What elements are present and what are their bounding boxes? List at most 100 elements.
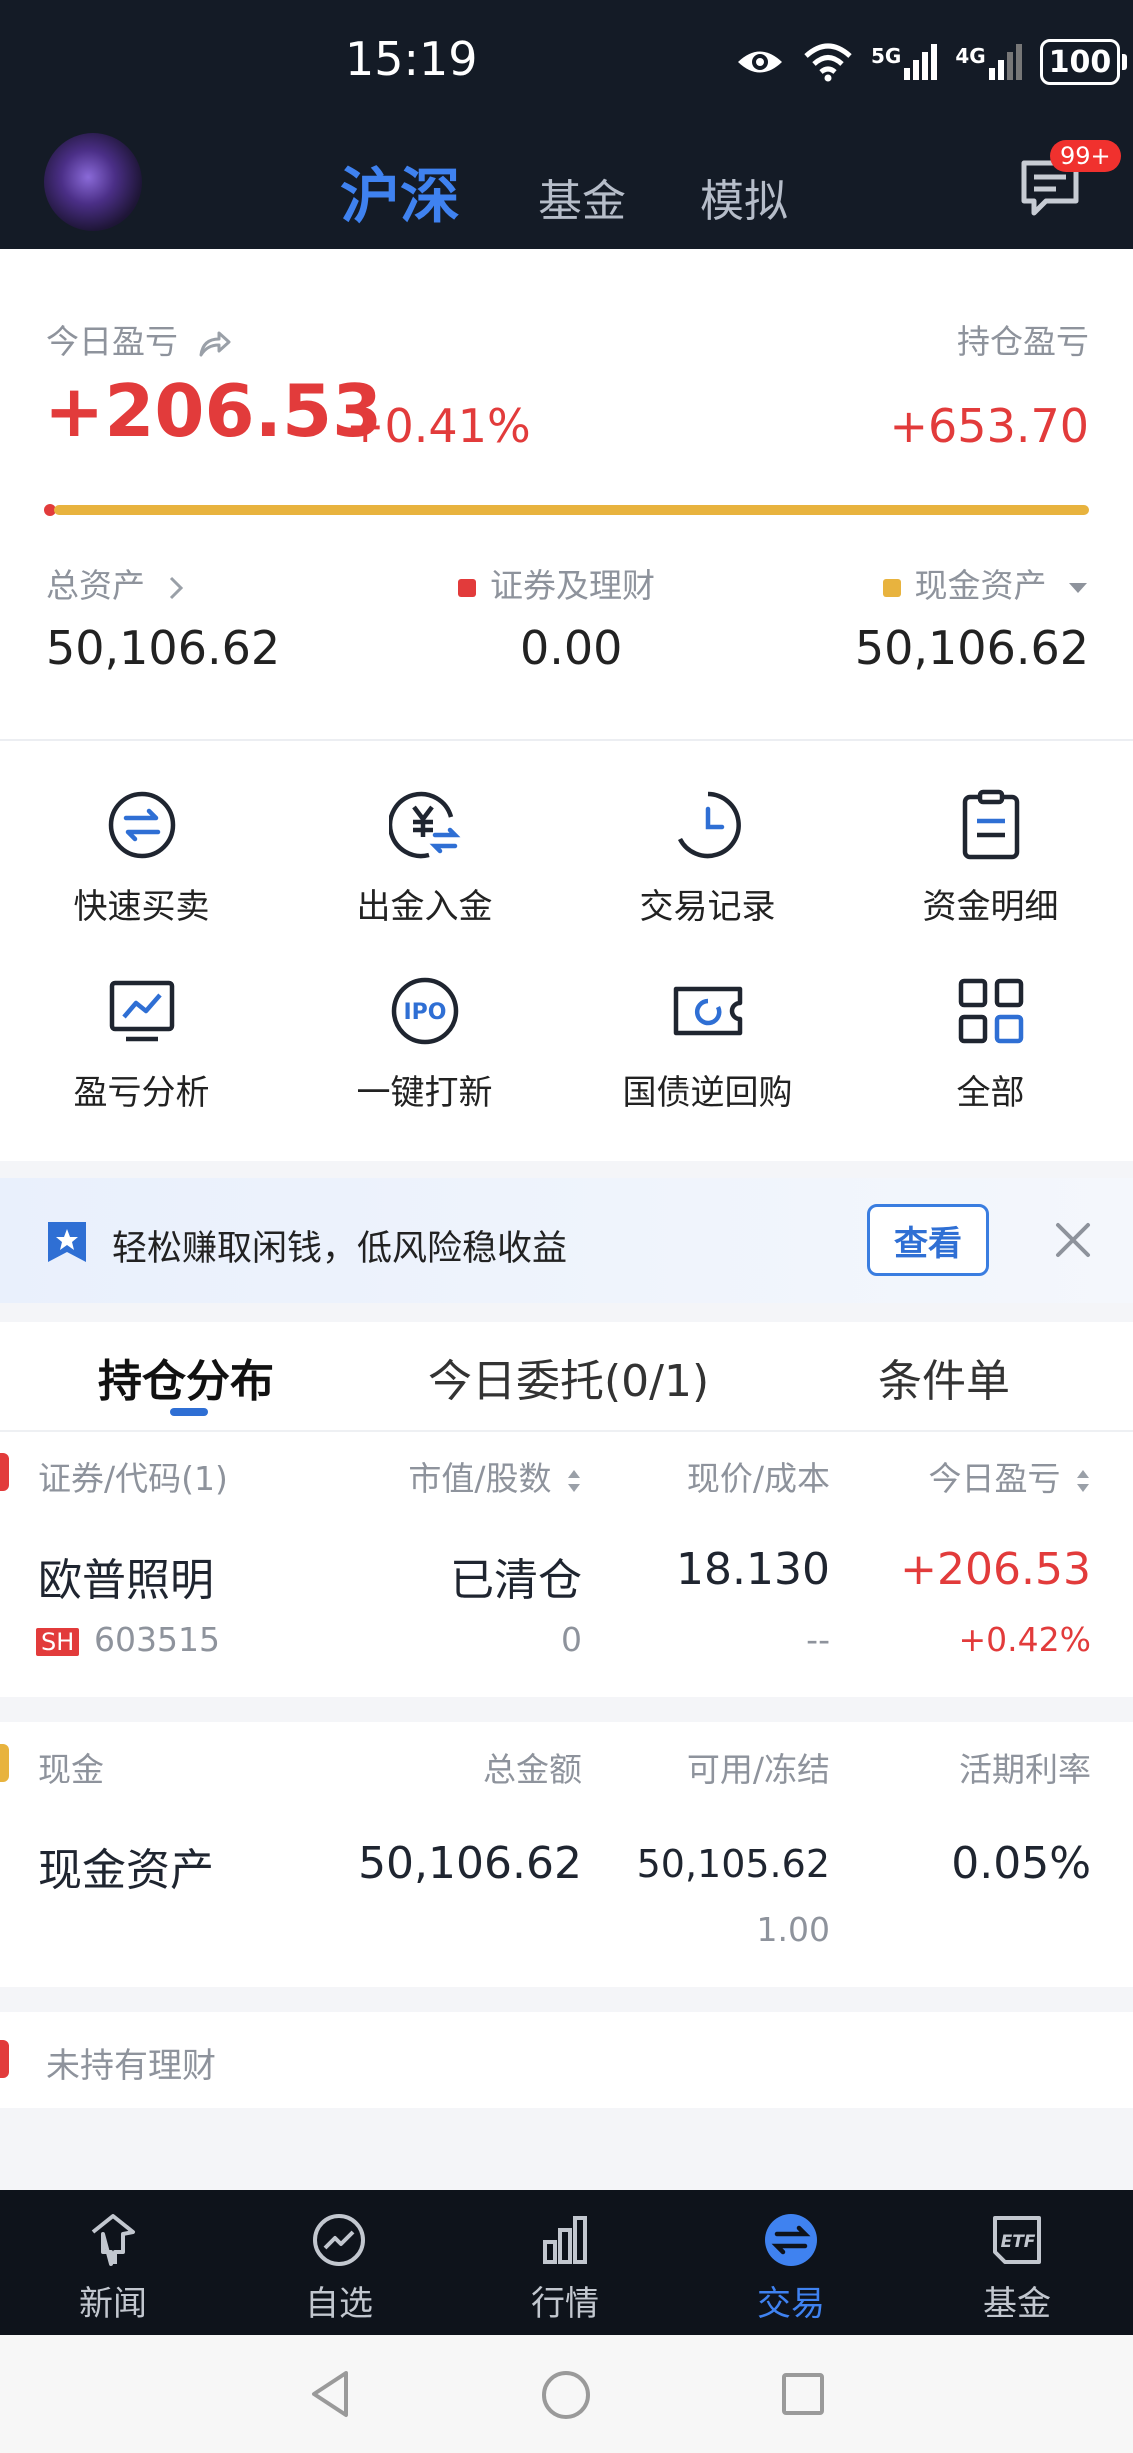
- securities-label: 证券及理财: [458, 559, 655, 607]
- network-4g-label: 4G: [955, 44, 986, 68]
- network-5g-label: 5G: [871, 44, 902, 68]
- recents-icon[interactable]: [780, 2371, 826, 2417]
- system-nav-bar: [0, 2335, 1133, 2453]
- col-available-frozen: 可用/冻结: [686, 1750, 830, 1789]
- nav-fund-label: 基金: [983, 2284, 1051, 2324]
- no-wealth-label: 未持有理财: [46, 2046, 216, 2086]
- deposit-withdraw-button[interactable]: 出金入金: [283, 789, 566, 928]
- col-total-amount: 总金额: [483, 1750, 582, 1789]
- today-pl-label[interactable]: 今日盈亏: [46, 315, 231, 363]
- nav-news[interactable]: 新闻: [38, 2212, 188, 2325]
- avatar[interactable]: [44, 133, 142, 231]
- battery-icon: 100: [1039, 39, 1128, 85]
- cash-assets-dropdown[interactable]: 现金资产: [882, 559, 1090, 607]
- stock-code: 603515: [94, 1620, 220, 1659]
- nav-fund[interactable]: ETF 基金: [942, 2212, 1092, 2325]
- cash-rate: 0.05%: [951, 1838, 1091, 1889]
- ipo-subscribe-button[interactable]: IPO 一键打新: [283, 975, 566, 1114]
- account-summary-card: 今日盈亏 持仓盈亏 +206.53 +0.41% +653.70 总资产 证券及…: [0, 249, 1133, 739]
- total-assets-link[interactable]: 总资产: [46, 559, 186, 607]
- top-header: 15:19 5G 4G 100 沪深 基金 模拟 99+: [0, 0, 1133, 249]
- bond-repo-button[interactable]: 国债逆回购: [566, 975, 849, 1114]
- promo-banner[interactable]: 轻松赚取闲钱，低风险稳收益 查看: [0, 1178, 1133, 1303]
- sort-icon: [1077, 1469, 1089, 1492]
- tab-holdings[interactable]: 持仓分布: [98, 1345, 274, 1409]
- tab-simulation[interactable]: 模拟: [700, 165, 788, 229]
- nav-watchlist[interactable]: 自选: [264, 2212, 414, 2325]
- nav-trade-label: 交易: [757, 2284, 825, 2324]
- tab-today-orders[interactable]: 今日委托(0/1): [428, 1345, 709, 1409]
- trade-records-label: 交易记录: [639, 887, 776, 927]
- quick-actions-panel: 快速买卖 出金入金 交易记录 资金明细 盈亏分析 IPO 一键打新 国债逆回购 …: [0, 741, 1133, 1161]
- col-cash: 现金: [38, 1750, 104, 1789]
- home-icon[interactable]: [540, 2369, 592, 2421]
- sort-icon: [568, 1469, 580, 1492]
- status-icons: 5G 4G 100: [735, 34, 1128, 90]
- total-assets-value: 50,106.62: [46, 621, 281, 675]
- message-badge: 99+: [1050, 140, 1121, 172]
- chevron-right-icon: [169, 576, 183, 599]
- quick-trade-label: 快速买卖: [73, 887, 210, 927]
- bond-ticket-icon: [673, 986, 742, 1036]
- securities-value: 0.00: [520, 621, 623, 675]
- market-tag: SH: [36, 1628, 80, 1656]
- exchange-icon: [765, 2214, 817, 2266]
- asset-distribution-bar: [44, 504, 1089, 516]
- fund-details-label: 资金明细: [922, 887, 1059, 927]
- cash-share-fill: [54, 505, 1089, 515]
- promo-view-button[interactable]: 查看: [867, 1204, 989, 1276]
- back-icon[interactable]: [306, 2367, 354, 2421]
- nav-news-label: 新闻: [79, 2284, 147, 2324]
- wifi-icon: [804, 43, 852, 82]
- trade-records-button[interactable]: 交易记录: [566, 789, 849, 928]
- close-icon[interactable]: [1053, 1220, 1093, 1260]
- caret-down-icon: [1069, 582, 1087, 593]
- row-today-pl-pct: +0.42%: [958, 1620, 1091, 1659]
- ipo-subscribe-label: 一键打新: [356, 1073, 493, 1113]
- news-icon: [91, 2214, 135, 2266]
- market-value: 已清仓: [450, 1555, 582, 1606]
- table-row[interactable]: 欧普照明 SH 603515 已清仓 0 18.130 -- +206.53 +…: [0, 1520, 1133, 1690]
- tab-conditional-orders[interactable]: 条件单: [878, 1345, 1010, 1409]
- cost-price: --: [806, 1620, 830, 1659]
- battery-level: 100: [1048, 44, 1112, 80]
- all-functions-label: 全部: [956, 1073, 1025, 1113]
- quick-trade-button[interactable]: 快速买卖: [0, 789, 283, 928]
- tab-fund[interactable]: 基金: [538, 165, 626, 229]
- col-security-code: 证券/代码(1): [38, 1459, 228, 1498]
- nav-market[interactable]: 行情: [490, 2212, 640, 2325]
- nav-watchlist-label: 自选: [305, 2284, 373, 2324]
- hold-pl-label: 持仓盈亏: [957, 322, 1089, 361]
- divider: [0, 1430, 1133, 1432]
- col-price-cost: 现价/成本: [686, 1459, 830, 1498]
- share-icon[interactable]: [197, 329, 231, 359]
- tab-hushen[interactable]: 沪深: [340, 148, 460, 235]
- cash-name: 现金资产: [38, 1845, 214, 1896]
- bottom-nav: 新闻 自选 行情 交易 ETF 基金: [0, 2190, 1133, 2335]
- nav-trade[interactable]: 交易: [716, 2212, 866, 2325]
- pl-analysis-button[interactable]: 盈亏分析: [0, 975, 283, 1114]
- grid-icon: [958, 978, 1023, 1044]
- cash-frozen: 1.00: [756, 1910, 830, 1949]
- stock-name: 欧普照明: [38, 1555, 214, 1606]
- share-count: 0: [561, 1620, 582, 1659]
- clipboard-icon: [962, 789, 1019, 860]
- nav-market-label: 行情: [531, 2284, 599, 2324]
- bond-repo-label: 国债逆回购: [622, 1073, 793, 1113]
- cash-row[interactable]: 现金资产 50,106.62 50,105.62 1.00 0.05%: [0, 1810, 1133, 1980]
- stock-section-marker: [0, 1453, 9, 1491]
- bookmark-star-icon: [48, 1222, 86, 1262]
- fund-details-button[interactable]: 资金明细: [849, 789, 1132, 928]
- col-interest-rate: 活期利率: [959, 1750, 1091, 1789]
- hold-pl-value: +653.70: [889, 399, 1090, 453]
- all-functions-button[interactable]: 全部: [849, 975, 1132, 1114]
- chart-monitor-icon: [109, 980, 174, 1042]
- bar-chart-icon: [543, 2216, 587, 2264]
- cash-section-marker: [0, 1744, 9, 1782]
- col-today-pl-sort[interactable]: 今日盈亏: [929, 1452, 1092, 1500]
- wealth-section-marker: [0, 2040, 9, 2078]
- cash-assets-value: 50,106.62: [854, 621, 1089, 675]
- today-pl-pct: +0.41%: [346, 399, 531, 453]
- deposit-withdraw-label: 出金入金: [356, 887, 493, 927]
- col-market-value-sort[interactable]: 市值/股数: [408, 1452, 582, 1500]
